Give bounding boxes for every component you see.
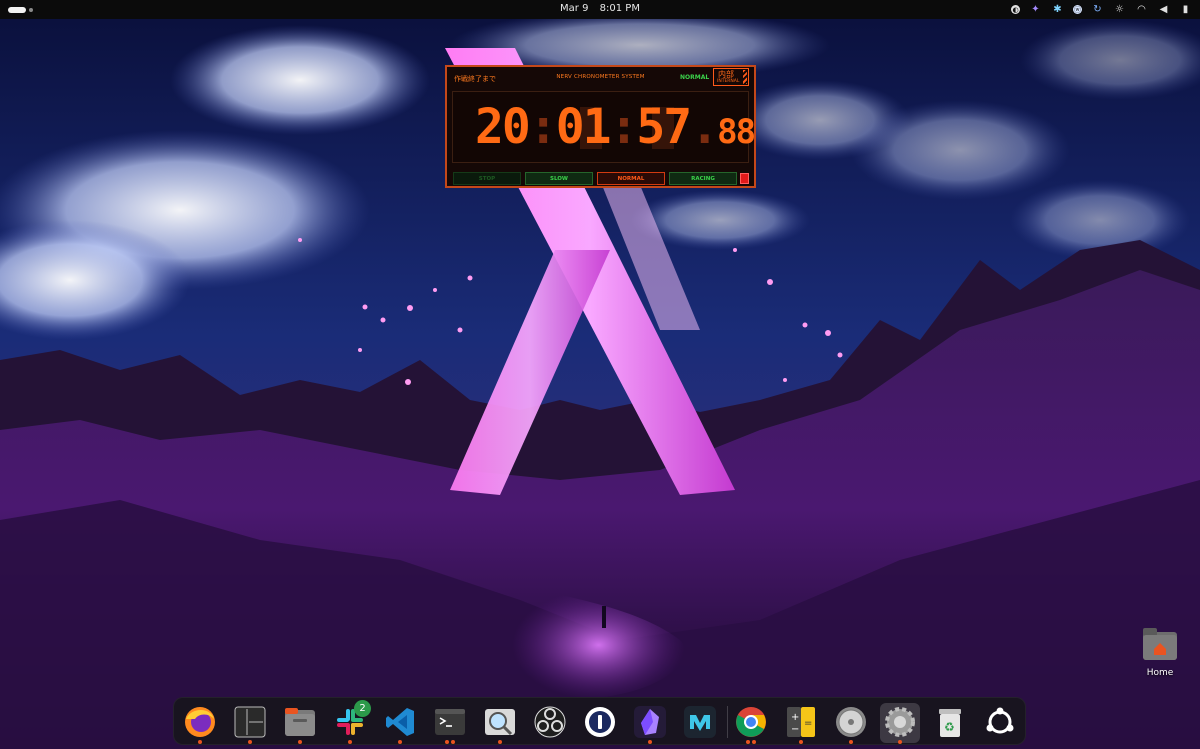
image-viewer-icon [485, 709, 515, 736]
status-led[interactable] [740, 173, 749, 184]
internal-badge: 内部 INTERNAL [713, 68, 749, 86]
volume-icon[interactable]: ◀ [1157, 3, 1170, 16]
dock-trash[interactable]: ♻ [930, 703, 970, 743]
dock-separator [727, 706, 728, 738]
dock-image-viewer[interactable] [480, 703, 520, 744]
chrome-icon [736, 707, 766, 737]
widget-mode-label: NORMAL [680, 74, 710, 81]
dock-obs[interactable] [530, 703, 570, 743]
settings-icon [885, 707, 915, 737]
dock-obsidian[interactable] [630, 703, 670, 744]
racing-button[interactable]: RACING [669, 172, 737, 185]
settings-sun-icon[interactable]: ☼ [1113, 3, 1126, 16]
refresh-icon[interactable]: ↻ [1091, 3, 1104, 16]
running-indicator [445, 740, 449, 744]
dock-terminal[interactable] [430, 703, 470, 744]
running-indicator [648, 740, 652, 744]
dock-slack[interactable]: 2 [330, 700, 371, 744]
svg-text:=: = [804, 718, 812, 729]
home-folder-icon [1143, 628, 1177, 660]
badge-stripe [743, 70, 747, 84]
trash-icon: ♻ [939, 709, 961, 737]
running-indicator [348, 740, 352, 744]
top-bar: Mar 9 8:01 PM ◐ ✦ ✱ ⓦ ↻ ☼ ◠ ◀ ▮ [0, 0, 1200, 19]
running-indicator [198, 740, 202, 744]
normal-button[interactable]: NORMAL [597, 172, 665, 185]
svg-text:−: − [791, 724, 799, 735]
dock-calculator[interactable]: + − = [781, 703, 821, 744]
ubuntu-icon [986, 707, 1014, 734]
dock-window-layout[interactable] [230, 703, 270, 744]
dock-1password[interactable] [580, 703, 620, 743]
calculator-icon: + − = [787, 707, 815, 737]
window-layout-icon [234, 706, 266, 738]
obs-icon [534, 706, 566, 738]
running-indicator [799, 740, 803, 744]
obsidian-icon [634, 706, 666, 738]
files-icon [285, 708, 315, 736]
firefox-icon [185, 707, 215, 737]
running-indicator [746, 740, 750, 744]
dock-firefox[interactable] [180, 703, 220, 744]
dock-settings[interactable] [880, 703, 920, 744]
stop-button[interactable]: STOP [453, 172, 521, 185]
svg-text:+: + [791, 712, 799, 723]
brightness-icon[interactable]: ◐ [1011, 5, 1020, 14]
dock-show-applications[interactable] [980, 703, 1020, 743]
svg-text:♻: ♻ [944, 720, 955, 734]
running-indicator [298, 740, 302, 744]
home-folder-label: Home [1146, 668, 1174, 678]
decimal-point: . [690, 99, 719, 155]
slack-unread-badge: 2 [354, 700, 371, 717]
dock-vscode[interactable] [380, 703, 420, 744]
onepassword-icon [585, 707, 615, 737]
slack-tray-icon[interactable]: ✱ [1051, 3, 1064, 16]
running-indicator [498, 740, 502, 744]
desktop-home-folder[interactable]: Home [1140, 628, 1180, 678]
vpn-icon[interactable]: ⓦ [1073, 5, 1082, 14]
separator: : [609, 99, 639, 155]
time-label: 8:01 PM [599, 3, 640, 14]
running-indicator [752, 740, 756, 744]
minutes-digits: 01 [555, 99, 612, 155]
system-tray: ◐ ✦ ✱ ⓦ ↻ ☼ ◠ ◀ ▮ [1011, 3, 1192, 16]
terminal-icon [435, 709, 465, 735]
disk-icon [836, 707, 866, 737]
dock-files[interactable] [280, 703, 320, 744]
running-indicator [398, 740, 402, 744]
running-indicator [451, 740, 455, 744]
vscode-icon [386, 708, 414, 736]
battery-icon[interactable]: ▮ [1179, 3, 1192, 16]
seconds-digits: 57 [636, 99, 692, 155]
extension-icon[interactable]: ✦ [1029, 3, 1042, 16]
running-indicator [248, 740, 252, 744]
running-indicator [898, 740, 902, 744]
dock-chrome[interactable] [731, 703, 771, 744]
wifi-icon[interactable]: ◠ [1135, 3, 1148, 16]
dock-disk-utility[interactable] [831, 703, 871, 744]
slow-button[interactable]: SLOW [525, 172, 593, 185]
running-indicator [849, 740, 853, 744]
nerv-chronometer-widget: 作戦終了まで NERV CHRONOMETER SYSTEM NORMAL 内部… [445, 65, 756, 188]
fraction-digits: 88 [717, 112, 756, 152]
dock: 2 + − = ♻ [173, 697, 1026, 745]
dock-mailspring[interactable] [680, 703, 720, 743]
chronometer-digits: 20:01:57.88 [475, 97, 756, 162]
date-label: Mar 9 [560, 3, 589, 14]
hours-digits: 20 [475, 99, 531, 155]
mailspring-icon [684, 706, 716, 738]
separator: : [528, 99, 558, 155]
badge-en: INTERNAL [717, 79, 740, 84]
speed-buttons: STOP SLOW NORMAL RACING [453, 172, 750, 185]
